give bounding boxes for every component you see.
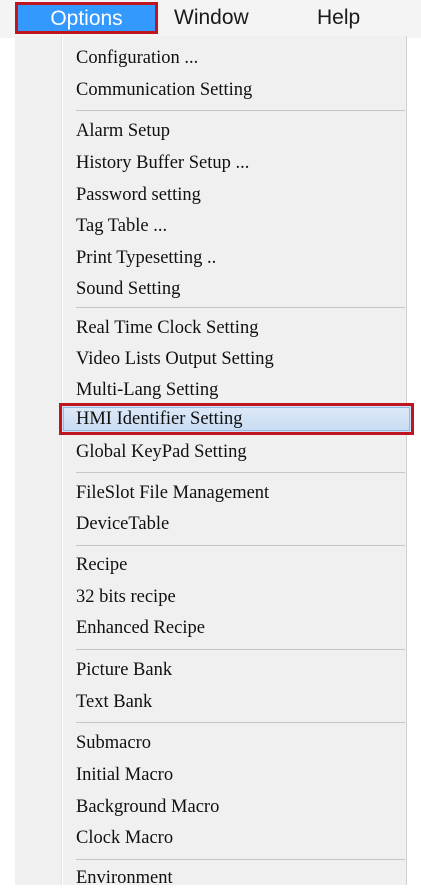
menu-separator <box>76 649 405 650</box>
menu-item-picture-bank[interactable]: Picture Bank <box>76 656 172 684</box>
menu-help[interactable]: Help <box>317 3 360 33</box>
menu-icon-gutter-divider-highlight <box>62 36 63 885</box>
menu-item-fileslot-file-management[interactable]: FileSlot File Management <box>76 479 269 507</box>
menu-item-alarm-setup[interactable]: Alarm Setup <box>76 117 170 145</box>
menu-separator <box>76 722 405 723</box>
menu-separator <box>76 472 405 473</box>
menu-item-configuration[interactable]: Configuration ... <box>76 44 198 72</box>
menu-item-clock-macro[interactable]: Clock Macro <box>76 824 173 852</box>
menu-bar: Options Window Help <box>0 0 421 38</box>
menu-item-global-keypad-setting[interactable]: Global KeyPad Setting <box>76 438 247 466</box>
menu-item-tag-table[interactable]: Tag Table ... <box>76 212 167 240</box>
menu-item-password-setting[interactable]: Password setting <box>76 181 201 209</box>
menu-item-enhanced-recipe[interactable]: Enhanced Recipe <box>76 614 205 642</box>
menu-item-hmi-identifier-setting[interactable]: HMI Identifier Setting <box>76 405 242 433</box>
menu-item-recipe[interactable]: Recipe <box>76 551 127 579</box>
menu-separator <box>76 110 405 111</box>
menu-item-submacro[interactable]: Submacro <box>76 729 151 757</box>
menu-separator <box>76 307 405 308</box>
menu-item-initial-macro[interactable]: Initial Macro <box>76 761 173 789</box>
menu-item-history-buffer-setup[interactable]: History Buffer Setup ... <box>76 149 249 177</box>
menu-item-environment[interactable]: Environment <box>76 864 173 892</box>
menu-item-32-bits-recipe[interactable]: 32 bits recipe <box>76 583 176 611</box>
menu-item-video-lists-output-setting[interactable]: Video Lists Output Setting <box>76 345 274 373</box>
menu-item-text-bank[interactable]: Text Bank <box>76 688 152 716</box>
menu-window[interactable]: Window <box>174 3 249 33</box>
menu-item-background-macro[interactable]: Background Macro <box>76 793 219 821</box>
menu-separator <box>76 545 405 546</box>
menu-item-sound-setting[interactable]: Sound Setting <box>76 275 180 303</box>
menu-item-devicetable[interactable]: DeviceTable <box>76 510 169 538</box>
menu-separator <box>76 859 405 860</box>
menu-item-communication-setting[interactable]: Communication Setting <box>76 76 252 104</box>
menu-item-real-time-clock-setting[interactable]: Real Time Clock Setting <box>76 314 258 342</box>
menu-options[interactable]: Options <box>15 2 158 34</box>
menu-item-multi-lang-setting[interactable]: Multi-Lang Setting <box>76 376 218 404</box>
menu-item-print-typesetting[interactable]: Print Typesetting .. <box>76 244 216 272</box>
